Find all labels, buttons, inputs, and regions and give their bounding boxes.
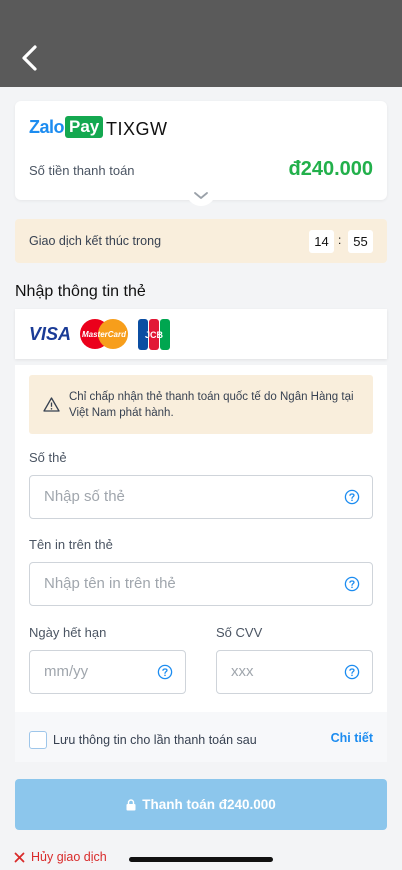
save-info-checkbox[interactable] bbox=[29, 731, 47, 749]
cancel-label: Hủy giao dịch bbox=[31, 850, 107, 864]
mastercard-logo: MasterCard bbox=[80, 319, 128, 349]
pay-button[interactable]: Thanh toán đ240.000 bbox=[15, 779, 387, 830]
zalopay-logo: Zalo Pay bbox=[29, 116, 104, 138]
close-icon bbox=[14, 852, 25, 862]
timer-separator: : bbox=[338, 233, 342, 247]
zalopay-logo-pay: Pay bbox=[65, 116, 104, 138]
timer-minutes: 14 bbox=[309, 230, 334, 253]
card-number-input[interactable] bbox=[42, 487, 338, 506]
warning-icon bbox=[43, 397, 60, 412]
top-bar bbox=[0, 0, 402, 87]
expand-details-button[interactable] bbox=[186, 186, 216, 206]
chevron-down-icon bbox=[194, 192, 208, 199]
detail-link[interactable]: Chi tiết bbox=[331, 731, 373, 745]
card-name-field bbox=[29, 562, 373, 606]
timer-seconds: 55 bbox=[348, 230, 373, 253]
timer-label: Giao dịch kết thúc trong bbox=[29, 234, 162, 248]
cvv-label: Số CVV bbox=[216, 625, 263, 640]
help-icon[interactable] bbox=[157, 664, 173, 680]
home-indicator bbox=[129, 857, 273, 862]
cancel-transaction-button[interactable]: Hủy giao dịch bbox=[14, 850, 107, 864]
amount-value: đ240.000 bbox=[288, 158, 373, 180]
pay-button-label: Thanh toán đ240.000 bbox=[142, 797, 276, 812]
lock-icon bbox=[126, 798, 136, 810]
merchant-name: TIXGW bbox=[106, 119, 168, 139]
transaction-timer: Giao dịch kết thúc trong 14 : 55 bbox=[15, 219, 387, 263]
save-info-row: Lưu thông tin cho lần thanh toán sau Chi… bbox=[15, 712, 387, 762]
jcb-logo: JCB bbox=[138, 319, 170, 350]
cvv-input[interactable] bbox=[229, 662, 338, 681]
card-number-field bbox=[29, 475, 373, 519]
chevron-left-icon[interactable] bbox=[18, 44, 44, 72]
notice-box: Chỉ chấp nhận thẻ thanh toán quốc tế do … bbox=[29, 375, 373, 434]
save-info-label: Lưu thông tin cho lần thanh toán sau bbox=[53, 733, 257, 747]
card-name-label: Tên in trên thẻ bbox=[29, 537, 113, 552]
jcb-logo-text: JCB bbox=[145, 330, 164, 340]
expiry-input[interactable] bbox=[42, 662, 151, 681]
card-number-label: Số thẻ bbox=[29, 450, 67, 465]
card-name-input[interactable] bbox=[42, 574, 338, 593]
card-brand-logos: VISA MasterCard JCB bbox=[29, 319, 170, 350]
help-icon[interactable] bbox=[344, 576, 360, 592]
card-brands: VISA MasterCard JCB bbox=[15, 309, 387, 359]
cvv-field bbox=[216, 650, 373, 694]
amount-label: Số tiền thanh toán bbox=[29, 163, 135, 178]
expiry-label: Ngày hết hạn bbox=[29, 625, 107, 640]
mastercard-logo-text: MasterCard bbox=[82, 330, 127, 339]
help-icon[interactable] bbox=[344, 489, 360, 505]
help-icon[interactable] bbox=[344, 664, 360, 680]
zalopay-logo-zalo: Zalo bbox=[29, 116, 65, 137]
card-form: Chỉ chấp nhận thẻ thanh toán quốc tế do … bbox=[15, 365, 387, 762]
card-section-title: Nhập thông tin thẻ bbox=[15, 283, 146, 300]
visa-logo: VISA bbox=[29, 324, 71, 344]
expiry-field bbox=[29, 650, 186, 694]
notice-text: Chỉ chấp nhận thẻ thanh toán quốc tế do … bbox=[69, 391, 354, 419]
